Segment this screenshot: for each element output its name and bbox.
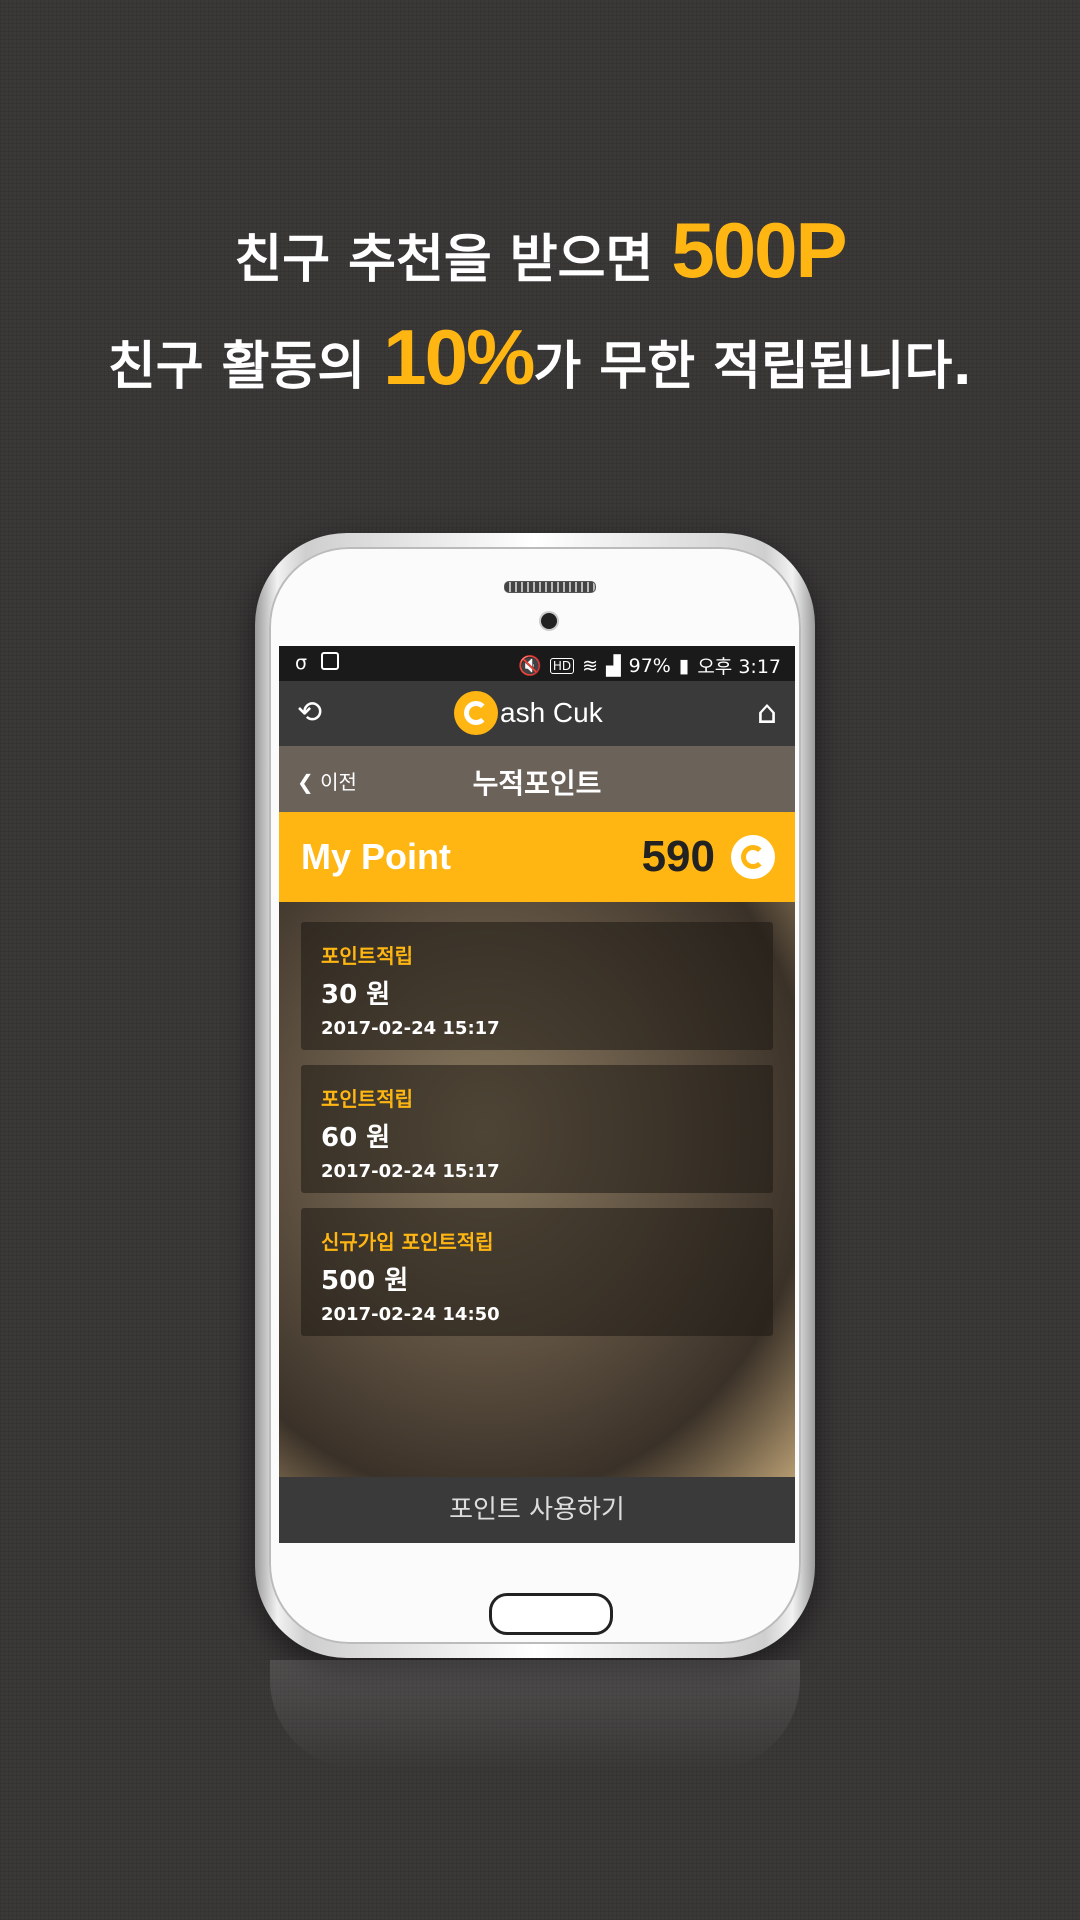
promo-line-2-text: 친구 활동의: [107, 337, 384, 397]
history-date: 2017-02-24 14:50: [321, 1304, 500, 1325]
sync-icon[interactable]: ⟲: [297, 695, 322, 730]
history-type: 신규가입 포인트적립: [321, 1230, 494, 1254]
earpiece-speaker: [504, 581, 596, 593]
promo-line-1-text: 친구 추천을 받으면: [234, 230, 672, 290]
hd-icon: HD: [549, 657, 575, 674]
history-date: 2017-02-24 15:17: [321, 1161, 500, 1182]
promo-percent-highlight: 10%: [383, 313, 535, 401]
front-camera: [541, 613, 557, 629]
gallery-icon: [321, 652, 340, 670]
sub-header: ❮ 이전 누적포인트: [279, 746, 795, 812]
hardware-home-button[interactable]: [489, 1593, 613, 1635]
history-item[interactable]: 포인트적립 60 원 2017-02-24 15:17: [301, 1065, 773, 1193]
promo-line-1: 친구 추천을 받으면 500P: [0, 205, 1080, 296]
history-type: 포인트적립: [321, 1087, 413, 1111]
battery-icon: ▮: [678, 654, 690, 677]
mute-icon: 🔇: [518, 655, 542, 677]
history-amount: 60 원: [321, 1123, 391, 1153]
history-type: 포인트적립: [321, 944, 413, 968]
clock: 오후 3:17: [697, 656, 781, 678]
app-logo: ash Cuk: [454, 691, 603, 735]
logo-c-icon: [454, 691, 498, 735]
my-point-banner: My Point 590: [279, 812, 795, 902]
my-point-label: My Point: [301, 836, 451, 877]
coin-icon: [731, 835, 775, 879]
page-title: 누적포인트: [472, 767, 602, 800]
history-amount: 500 원: [321, 1266, 409, 1296]
promo-points-highlight: 500P: [671, 206, 847, 294]
notification-icon: σ: [295, 652, 308, 674]
use-points-button[interactable]: 포인트 사용하기: [279, 1477, 795, 1543]
status-bar: σ 🔇 HD ≋ ▟ 97% ▮ 오후 3:17: [279, 646, 795, 681]
battery-percent: 97%: [628, 654, 671, 677]
history-item[interactable]: 포인트적립 30 원 2017-02-24 15:17: [301, 922, 773, 1050]
app-screen: σ 🔇 HD ≋ ▟ 97% ▮ 오후 3:17 ⟲ ash Cuk ⌂ ❮ 이…: [279, 646, 795, 1543]
history-item[interactable]: 신규가입 포인트적립 500 원 2017-02-24 14:50: [301, 1208, 773, 1336]
signal-icon: ▟: [606, 654, 621, 677]
logo-text: ash Cuk: [500, 697, 603, 728]
phone-reflection: [270, 1660, 800, 1770]
promo-line-2-suffix: 가 무한 적립됩니다.: [533, 337, 973, 397]
history-amount: 30 원: [321, 980, 391, 1010]
my-point-value: 590: [641, 832, 715, 881]
history-date: 2017-02-24 15:17: [321, 1018, 500, 1039]
promo-line-2: 친구 활동의 10%가 무한 적립됩니다.: [0, 312, 1080, 403]
wifi-icon: ≋: [582, 654, 598, 677]
point-history-list: 포인트적립 30 원 2017-02-24 15:17 포인트적립 60 원 2…: [279, 902, 795, 1477]
app-bar: ⟲ ash Cuk ⌂: [279, 681, 795, 746]
home-icon[interactable]: ⌂: [757, 693, 777, 731]
